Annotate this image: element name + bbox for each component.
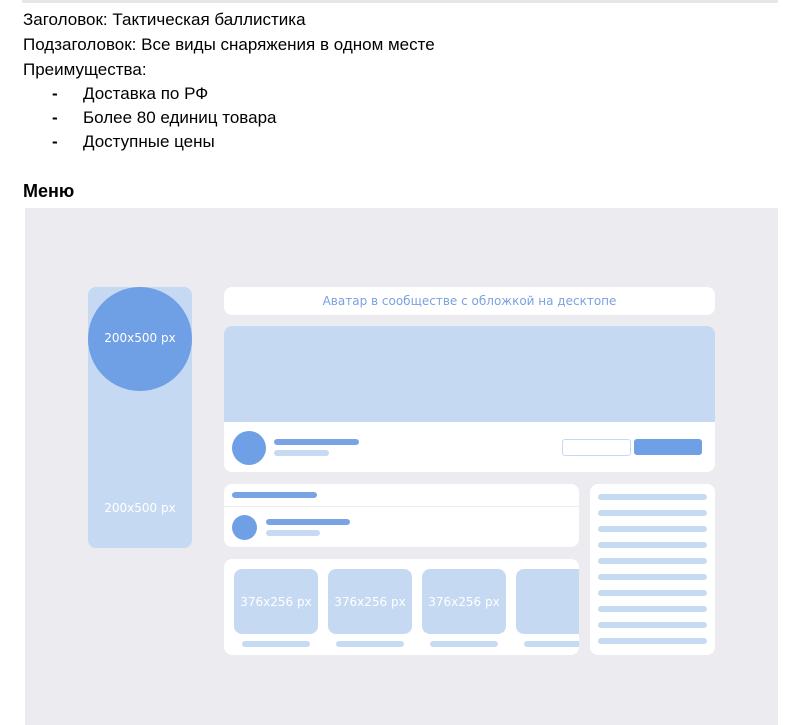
post-card <box>224 484 579 547</box>
menu-heading: Меню <box>23 181 75 201</box>
cover-image <box>224 326 715 422</box>
info-line <box>598 542 707 548</box>
banner-text: Аватар в сообществе с обложкой на дескто… <box>322 294 617 308</box>
top-divider <box>22 0 778 3</box>
bullet-marker: - <box>52 132 58 151</box>
profile-avatar <box>232 431 266 465</box>
sidebar-avatar-label: 200x500 px <box>104 331 176 345</box>
subtitle-line: Подзаголовок: Все виды снаряжения в одно… <box>23 35 435 54</box>
sidebar-bottom-label: 200x500 px <box>104 501 176 515</box>
profile-status-bar <box>274 450 329 456</box>
products-card: 376x256 px 376x256 px 376x256 px <box>224 559 579 655</box>
info-line <box>598 526 707 532</box>
community-layout-mockup: 200x500 px 200x500 px Аватар в сообществ… <box>25 208 778 725</box>
advantage-item: Доступные цены <box>83 132 215 151</box>
banner-caption: Аватар в сообществе с обложкой на дескто… <box>224 287 715 315</box>
product-caption-bar <box>336 641 404 647</box>
profile-card <box>224 326 715 472</box>
sidebar-avatar-circle: 200x500 px <box>88 287 192 391</box>
info-line <box>598 638 707 644</box>
post-divider <box>224 506 579 507</box>
info-line <box>598 606 707 612</box>
product-tile-label: 376x256 px <box>240 595 312 609</box>
advantage-item: Доставка по РФ <box>83 84 209 103</box>
message-button-placeholder <box>562 439 631 456</box>
info-line <box>598 590 707 596</box>
info-line <box>598 494 707 500</box>
product-caption-bar <box>242 641 310 647</box>
title-line: Заголовок: Тактическая баллистика <box>23 10 306 29</box>
product-tile-label: 376x256 px <box>428 595 500 609</box>
product-caption-bar <box>524 641 579 647</box>
sidebar-placeholder: 200x500 px 200x500 px <box>88 287 192 548</box>
subscribe-button-placeholder <box>634 439 702 455</box>
post-author-bar <box>266 519 350 525</box>
info-line <box>598 510 707 516</box>
bullet-marker: - <box>52 84 58 103</box>
info-sidebar-card <box>590 484 715 655</box>
info-line <box>598 558 707 564</box>
profile-name-bar <box>274 439 359 445</box>
advantages-label: Преимущества: <box>23 60 147 79</box>
product-caption-bar <box>430 641 498 647</box>
bullet-marker: - <box>52 108 58 127</box>
post-author-avatar <box>232 515 257 540</box>
advantage-item: Более 80 единиц товара <box>83 108 277 127</box>
product-tile-label: 376x256 px <box>334 595 406 609</box>
post-title-bar <box>232 492 317 498</box>
post-meta-bar <box>266 530 320 536</box>
info-line <box>598 622 707 628</box>
info-line <box>598 574 707 580</box>
